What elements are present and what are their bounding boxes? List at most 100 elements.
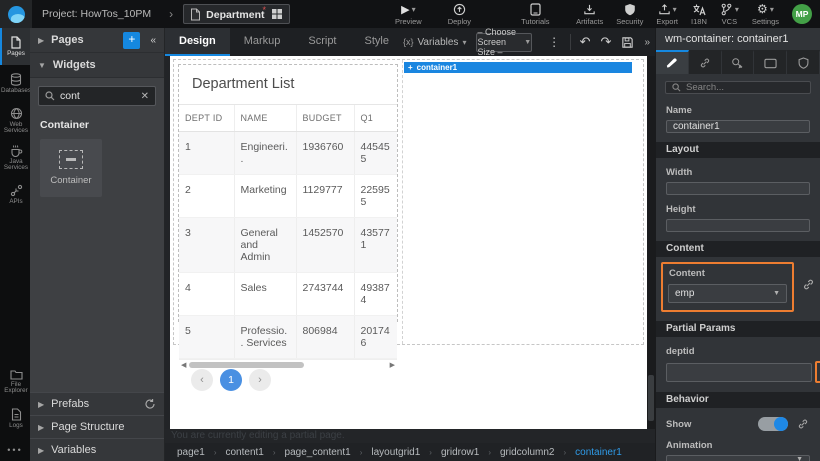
security-button[interactable]: Security [616,3,643,26]
collapse-panel-icon[interactable]: « [150,35,156,46]
scrollbar-thumb[interactable] [648,375,654,421]
current-page-button[interactable]: 1 [220,369,242,391]
prev-page-button[interactable]: ‹ [191,369,213,391]
rail-overflow-dots-icon[interactable]: ••• [0,437,30,461]
horizontal-scrollbar[interactable]: ◀ ▶ [179,359,397,360]
column-header[interactable]: NAME [234,105,296,132]
chevron-down-icon[interactable]: ▾ [673,5,677,14]
chevron-right-icon: › [273,448,276,457]
rail-item-file-explorer[interactable]: File Explorer [0,363,30,400]
table-row[interactable]: 4Sales2743744493874 [179,273,397,316]
deptid-input[interactable] [666,363,812,382]
deploy-button[interactable]: Deploy [448,3,471,26]
breadcrumb-item[interactable]: gridcolumn2 [500,447,554,458]
settings-button[interactable]: ⚙▾ Settings [752,3,779,26]
rail-item-web-services[interactable]: Web Services [0,102,30,139]
gridcolumn1[interactable]: Department List DEPT ID NAME BUDGET [174,60,403,344]
rail-item-apis[interactable]: APIs [0,176,30,213]
scroll-right-icon[interactable]: ▶ [390,360,395,371]
column-header[interactable]: BUDGET [296,105,354,132]
rail-item-databases[interactable]: Databases [0,65,30,102]
chevron-right-icon: › [429,448,432,457]
widget-search-box[interactable]: ✕ [38,86,156,106]
properties-search-box[interactable]: Search... [665,81,811,94]
prefabs-section-header[interactable]: ▶ Prefabs [30,392,164,415]
screen-size-select[interactable]: – Choose Screen Size –▼ [476,33,532,52]
design-page: Department List DEPT ID NAME BUDGET [170,56,647,429]
layout-gridrow[interactable]: Department List DEPT ID NAME BUDGET [173,59,644,345]
clear-search-icon[interactable]: ✕ [141,91,149,102]
collapse-right-panel-icon[interactable]: » [639,37,655,48]
chevron-down-icon[interactable]: ▾ [412,5,416,14]
width-input[interactable] [666,182,810,195]
column-header[interactable]: Q1 [354,105,397,132]
tab-style[interactable]: Style [351,28,403,56]
redo-button[interactable]: ↷ [596,34,617,50]
grid-icon[interactable] [271,8,283,20]
next-page-button[interactable]: › [249,369,271,391]
breadcrumb-item[interactable]: layoutgrid1 [371,447,420,458]
gridcolumn2[interactable]: + container1 [403,60,643,344]
preview-button[interactable]: ▶▾ Preview [395,3,422,26]
scrollbar-thumb[interactable] [189,362,304,368]
refresh-icon[interactable] [144,398,156,410]
bind-show-icon[interactable] [796,417,810,431]
rail-item-java-services[interactable]: Java Services [0,139,30,176]
selected-container-header[interactable]: + container1 [404,62,632,73]
height-input[interactable] [666,219,810,232]
current-page-selector[interactable]: Department* [183,4,290,24]
data-table-widget[interactable]: Department List DEPT ID NAME BUDGET [178,64,398,322]
tab-security[interactable] [787,50,820,74]
save-button[interactable] [616,36,639,49]
tab-devices[interactable] [754,50,787,74]
variables-button[interactable]: {x} Variables ▾ [403,37,466,48]
column-header[interactable]: DEPT ID [179,105,234,132]
widgets-section-header[interactable]: ▼ Widgets [30,53,164,78]
breadcrumb-item[interactable]: page_content1 [285,447,351,458]
scroll-left-icon[interactable]: ◀ [181,360,186,371]
tab-properties[interactable] [656,50,689,74]
table-row[interactable]: 5Professio.. Services806984201746 [179,316,397,359]
content-select[interactable]: emp▼ [668,284,787,303]
chevron-down-icon[interactable]: ▾ [735,5,739,14]
widget-category-label: Container [40,119,154,131]
bind-content-icon[interactable] [801,277,816,292]
container-widget-tile[interactable]: Container [40,139,102,197]
pages-section-header[interactable]: ▶ Pages + « [30,28,164,53]
breadcrumb-item[interactable]: gridrow1 [441,447,479,458]
widget-search-input[interactable] [60,90,136,102]
breadcrumb-item-current[interactable]: container1 [575,447,622,458]
breadcrumb-item[interactable]: page1 [177,447,205,458]
more-options-icon[interactable]: ⋮ [542,35,566,49]
tab-bindings[interactable] [689,50,722,74]
tab-script[interactable]: Script [294,28,350,56]
canvas-vertical-scrollbar[interactable] [647,56,655,429]
user-avatar[interactable]: MP [792,4,812,24]
animation-select[interactable]: ▼ [666,455,810,461]
undo-button[interactable]: ↶ [575,34,596,50]
rail-item-pages[interactable]: Pages [0,28,30,65]
canvas-toolbar: Design Markup Script Style {x} Variables… [165,28,655,56]
properties-panel-title: wm-container: container1 [656,28,820,50]
table-row[interactable]: 2Marketing1129777225955 [179,175,397,218]
page-structure-section-header[interactable]: ▶ Page Structure [30,415,164,438]
show-toggle[interactable] [758,417,788,431]
tutorials-button[interactable]: Tutorials [521,3,549,26]
i18n-button[interactable]: I18N [691,3,707,26]
rail-item-logs[interactable]: Logs [0,400,30,437]
table-row[interactable]: 1Engineeri..1936760445455 [179,132,397,175]
wavemaker-logo[interactable] [0,0,32,28]
variables-section-header[interactable]: ▶ Variables [30,438,164,461]
artifacts-button[interactable]: Artifacts [576,3,603,26]
add-page-button[interactable]: + [123,32,140,49]
tab-events[interactable] [722,50,755,74]
chevron-down-icon[interactable]: ▾ [770,5,774,14]
export-button[interactable]: ▾ Export [656,3,678,26]
tab-markup[interactable]: Markup [230,28,295,56]
tab-design[interactable]: Design [165,28,230,56]
name-input[interactable] [666,120,810,133]
table-row[interactable]: 3General and Admin1452570435771 [179,218,397,273]
breadcrumb-item[interactable]: content1 [225,447,263,458]
vcs-button[interactable]: ▾ VCS [720,3,739,26]
chevron-right-icon: › [360,448,363,457]
